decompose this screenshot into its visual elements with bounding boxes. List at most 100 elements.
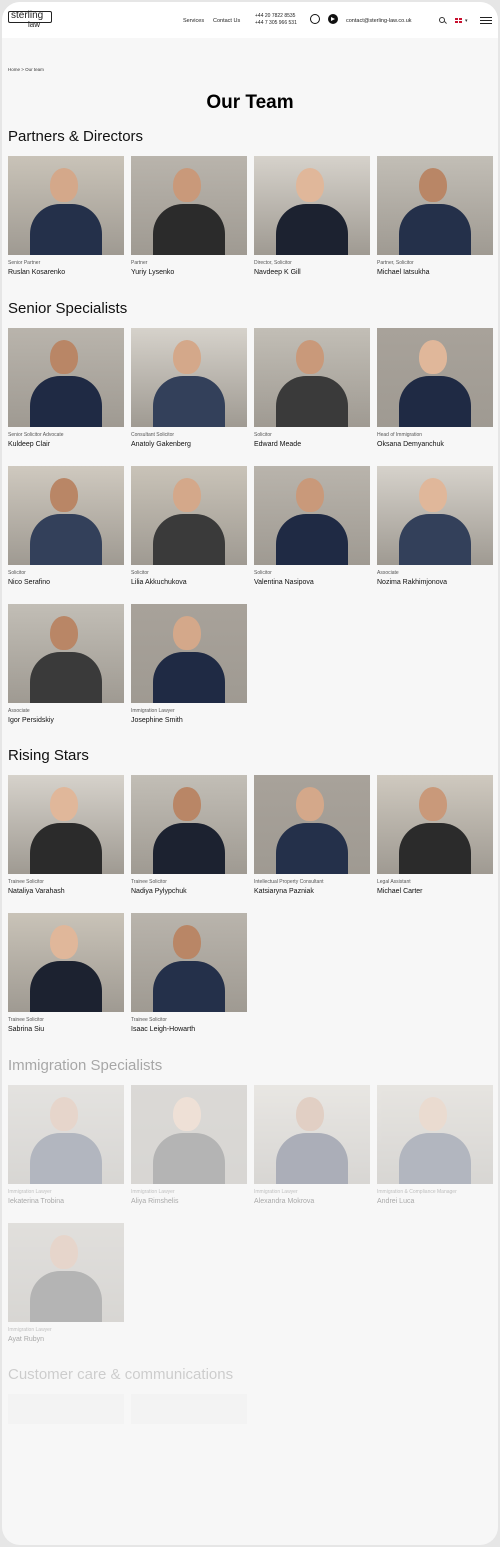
team-member-card[interactable]: Solicitor Nico Serafino <box>8 466 124 586</box>
team-member-card[interactable]: Trainee Solicitor Nataliya Varahash <box>8 775 124 895</box>
logo-text-line2: law <box>28 20 41 29</box>
member-photo[interactable] <box>377 775 493 874</box>
member-name[interactable]: Nadiya Pylypchuk <box>131 888 187 895</box>
team-member-card[interactable]: Legal Assistant Michael Carter <box>377 775 493 895</box>
member-photo[interactable] <box>377 466 493 565</box>
member-name[interactable]: Lilia Akkuchukova <box>131 579 187 586</box>
member-name[interactable]: Josephine Smith <box>131 717 183 724</box>
team-member-card[interactable]: Associate Nozima Rakhimjonova <box>377 466 493 586</box>
member-name[interactable]: Sabrina Siu <box>8 1026 44 1033</box>
member-photo[interactable] <box>8 328 124 427</box>
team-member-card[interactable]: Director, Solicitor Navdeep K Gill <box>254 156 370 276</box>
member-name[interactable]: Nico Serafino <box>8 579 50 586</box>
team-member-card[interactable]: Trainee Solicitor Sabrina Siu <box>8 913 124 1033</box>
phone-1[interactable]: +44 20 7822 8535 <box>255 13 297 20</box>
member-name[interactable]: Nozima Rakhimjonova <box>377 579 447 586</box>
member-name[interactable]: Ruslan Kosarenko <box>8 269 65 276</box>
member-photo[interactable] <box>254 466 370 565</box>
team-member-card[interactable]: Immigration & Compliance Manager Andrei L… <box>377 1085 493 1205</box>
email-link[interactable]: contact@sterling-law.co.uk <box>346 18 412 24</box>
member-name[interactable]: Ayat Rubyn <box>8 1336 44 1343</box>
member-photo[interactable] <box>8 604 124 703</box>
team-member-card[interactable]: Immigration Lawyer Aliya Rimshelis <box>131 1085 247 1205</box>
nav-services[interactable]: Services <box>183 18 204 24</box>
member-photo[interactable] <box>8 775 124 874</box>
member-role: Immigration Lawyer <box>8 1189 52 1195</box>
member-photo[interactable] <box>131 466 247 565</box>
telegram-icon[interactable] <box>328 14 338 24</box>
member-photo[interactable] <box>131 775 247 874</box>
member-photo[interactable] <box>8 1085 124 1184</box>
member-role: Head of Immigration <box>377 432 423 438</box>
team-member-card[interactable]: Senior Solicitor Advocate Kuldeep Clair <box>8 328 124 448</box>
phone-2[interactable]: +44 7 305 966 531 <box>255 20 297 27</box>
member-photo-placeholder <box>8 1394 124 1424</box>
member-photo[interactable] <box>131 156 247 255</box>
team-member-card[interactable]: Associate Igor Persidskiy <box>8 604 124 724</box>
team-member-card[interactable]: Immigration Lawyer Alexandra Mokrova <box>254 1085 370 1205</box>
site-header: sterling law Services Contact Us +44 20 … <box>2 2 498 38</box>
team-member-card[interactable]: Senior Partner Ruslan Kosarenko <box>8 156 124 276</box>
team-member-card[interactable]: Solicitor Lilia Akkuchukova <box>131 466 247 586</box>
nav-contact-us[interactable]: Contact Us <box>213 18 240 24</box>
uk-flag-icon[interactable] <box>455 18 462 23</box>
member-photo[interactable] <box>254 328 370 427</box>
member-photo[interactable] <box>8 156 124 255</box>
section-title: Customer care & communications <box>8 1366 234 1383</box>
team-member-card[interactable]: Immigration Lawyer Iekaterina Trobina <box>8 1085 124 1205</box>
member-name[interactable]: Kuldeep Clair <box>8 441 50 448</box>
team-member-card[interactable]: Trainee Solicitor Nadiya Pylypchuk <box>131 775 247 895</box>
team-member-card[interactable]: Solicitor Valentina Nasipova <box>254 466 370 586</box>
member-name[interactable]: Isaac Leigh-Howarth <box>131 1026 195 1033</box>
member-name[interactable]: Andrei Luca <box>377 1198 414 1205</box>
member-photo[interactable] <box>131 913 247 1012</box>
member-photo[interactable] <box>377 328 493 427</box>
section-title: Senior Specialists <box>8 300 128 317</box>
team-member-card[interactable]: Solicitor Edward Meade <box>254 328 370 448</box>
chevron-down-icon[interactable]: ▾ <box>465 18 468 24</box>
member-name[interactable]: Edward Meade <box>254 441 301 448</box>
whatsapp-icon[interactable] <box>310 14 320 24</box>
sterling-law-logo[interactable]: sterling law <box>8 10 52 29</box>
member-photo[interactable] <box>254 156 370 255</box>
member-name[interactable]: Navdeep K Gill <box>254 269 301 276</box>
page-frame: sterling law Services Contact Us +44 20 … <box>2 2 498 1545</box>
hamburger-menu-icon[interactable] <box>480 17 492 24</box>
member-photo[interactable] <box>377 1085 493 1184</box>
member-photo[interactable] <box>8 1223 124 1322</box>
phone-numbers[interactable]: +44 20 7822 8535 +44 7 305 966 531 <box>255 13 297 27</box>
member-name[interactable]: Alexandra Mokrova <box>254 1198 314 1205</box>
team-member-card[interactable]: Partner Yuriy Lysenko <box>131 156 247 276</box>
member-name[interactable]: Anatoly Gakenberg <box>131 441 191 448</box>
team-member-card[interactable]: Immigration Lawyer Ayat Rubyn <box>8 1223 124 1343</box>
team-member-card[interactable]: Trainee Solicitor Isaac Leigh-Howarth <box>131 913 247 1033</box>
member-name[interactable]: Katsiaryna Pazniak <box>254 888 314 895</box>
search-icon[interactable] <box>439 17 445 23</box>
member-role: Consultant Solicitor <box>131 432 175 438</box>
member-name[interactable]: Iekaterina Trobina <box>8 1198 64 1205</box>
team-member-card[interactable]: Consultant Solicitor Anatoly Gakenberg <box>131 328 247 448</box>
member-role: Solicitor <box>131 570 149 576</box>
member-photo[interactable] <box>8 913 124 1012</box>
member-photo[interactable] <box>8 466 124 565</box>
member-photo[interactable] <box>131 328 247 427</box>
member-photo[interactable] <box>377 156 493 255</box>
member-photo[interactable] <box>131 1085 247 1184</box>
member-role: Partner, Solicitor <box>377 260 414 266</box>
member-name[interactable]: Igor Persidskiy <box>8 717 54 724</box>
member-name[interactable]: Aliya Rimshelis <box>131 1198 178 1205</box>
member-name[interactable]: Oksana Demyanchuk <box>377 441 444 448</box>
member-name[interactable]: Michael Carter <box>377 888 423 895</box>
team-member-card[interactable]: Head of Immigration Oksana Demyanchuk <box>377 328 493 448</box>
member-name[interactable]: Valentina Nasipova <box>254 579 314 586</box>
team-member-card[interactable]: Immigration Lawyer Josephine Smith <box>131 604 247 724</box>
breadcrumb[interactable]: Home > Our team <box>8 67 44 72</box>
member-name[interactable]: Nataliya Varahash <box>8 888 65 895</box>
member-name[interactable]: Michael Iatsukha <box>377 269 430 276</box>
member-name[interactable]: Yuriy Lysenko <box>131 269 174 276</box>
member-photo[interactable] <box>254 1085 370 1184</box>
team-member-card[interactable]: Intellectual Property Consultant Katsiary… <box>254 775 370 895</box>
member-photo[interactable] <box>131 604 247 703</box>
member-photo[interactable] <box>254 775 370 874</box>
team-member-card[interactable]: Partner, Solicitor Michael Iatsukha <box>377 156 493 276</box>
